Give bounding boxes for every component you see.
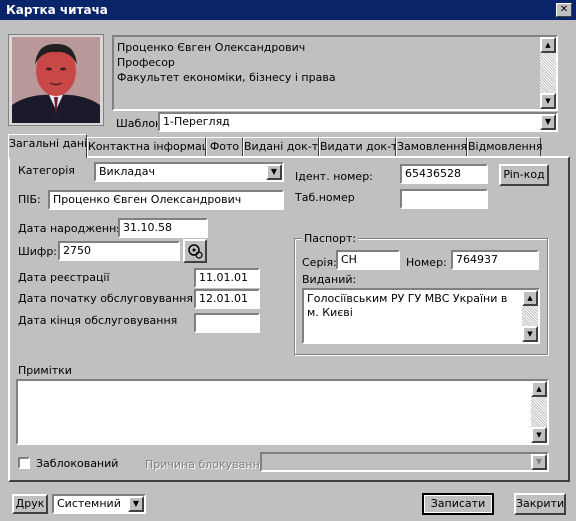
- birth-date-input[interactable]: 31.10.58: [118, 218, 208, 238]
- service-start-input[interactable]: 12.01.01: [194, 289, 260, 309]
- reg-date-label: Дата реєстрації: [18, 271, 110, 284]
- close-icon[interactable]: ✕: [556, 3, 572, 17]
- birth-date-label: Дата народження:: [18, 222, 127, 235]
- passport-number-value: 764937: [456, 253, 498, 266]
- service-end-input[interactable]: [194, 313, 260, 333]
- gear-icon: [188, 244, 203, 259]
- template-value: 1-Перегляд: [163, 115, 230, 128]
- tab-number-label: Таб.номер: [295, 191, 355, 204]
- blocked-label: Заблокований: [36, 457, 119, 470]
- tab-general[interactable]: Загальні дані: [8, 134, 87, 158]
- title-bar: Картка читача ✕: [0, 0, 576, 20]
- info-line-position: Професор: [117, 56, 175, 69]
- issued-scrollbar[interactable]: ▲ ▼: [522, 290, 538, 342]
- generate-cipher-button[interactable]: [183, 239, 207, 263]
- save-button[interactable]: Записати: [422, 493, 494, 515]
- blocked-checkbox[interactable]: [18, 457, 30, 469]
- info-scrollbar[interactable]: ▲ ▼: [540, 37, 556, 109]
- service-start-label: Дата початку обслуговування: [18, 292, 194, 305]
- reg-date-value: 11.01.01: [199, 271, 248, 284]
- close-button[interactable]: Закрити: [514, 493, 566, 515]
- portrait-image: [12, 37, 100, 123]
- window-title: Картка читача: [6, 3, 108, 17]
- tab-contact[interactable]: Контактна інформація: [87, 137, 219, 156]
- pib-input[interactable]: Проценко Євген Олександрович: [48, 190, 284, 210]
- info-line-name: Проценко Євген Олександрович: [117, 41, 306, 54]
- ident-label: Ідент. номер:: [295, 170, 373, 183]
- chevron-down-icon[interactable]: ▼: [128, 496, 144, 512]
- tab-number-input[interactable]: [400, 189, 488, 209]
- template-select[interactable]: 1-Перегляд ▼: [158, 112, 558, 132]
- cipher-input[interactable]: 2750: [58, 241, 180, 261]
- block-reason-label: Причина блокування: [145, 458, 267, 471]
- print-button[interactable]: Друк: [12, 494, 48, 514]
- tab-issue-docs[interactable]: Видати док-ти: [319, 137, 405, 156]
- notes-memo[interactable]: ▲ ▼: [16, 379, 549, 445]
- cipher-label: Шифр:: [18, 245, 58, 258]
- passport-issued-memo[interactable]: Голосіївським РУ ГУ МВС України в м. Киє…: [302, 288, 540, 344]
- tab-orders[interactable]: Замовлення: [396, 137, 467, 156]
- pib-value: Проценко Євген Олександрович: [53, 193, 242, 206]
- chevron-down-icon[interactable]: ▼: [266, 164, 282, 180]
- category-value: Викладач: [99, 165, 155, 178]
- scroll-up-icon[interactable]: ▲: [531, 381, 547, 397]
- reg-date-input[interactable]: 11.01.01: [194, 268, 260, 288]
- passport-series-label: Серія:: [302, 256, 337, 269]
- tab-refusals[interactable]: Відмовлення: [467, 137, 543, 156]
- birth-date-value: 31.10.58: [123, 221, 172, 234]
- scroll-up-icon[interactable]: ▲: [540, 37, 556, 53]
- passport-issued-value: Голосіївським РУ ГУ МВС України в м. Киє…: [307, 292, 508, 319]
- printer-value: Системний: [57, 497, 121, 510]
- chevron-down-icon[interactable]: ▼: [540, 114, 556, 130]
- template-label: Шаблон: [116, 117, 163, 130]
- printer-select[interactable]: Системний ▼: [52, 494, 146, 514]
- reader-info-memo[interactable]: Проценко Євген Олександрович Професор Фа…: [112, 35, 558, 111]
- scroll-down-icon[interactable]: ▼: [531, 427, 547, 443]
- ident-input[interactable]: 65436528: [400, 164, 488, 184]
- chevron-down-icon[interactable]: ▼: [531, 454, 547, 470]
- scroll-up-icon[interactable]: ▲: [522, 290, 538, 306]
- passport-issued-label: Виданий:: [302, 273, 357, 286]
- ident-value: 65436528: [405, 167, 461, 180]
- reader-photo: [8, 34, 104, 126]
- tab-issued-docs[interactable]: Видані док-ти: [243, 137, 325, 156]
- category-label: Категорія: [18, 164, 75, 177]
- pin-code-button[interactable]: Pin-код: [499, 164, 549, 186]
- passport-series-value: СН: [341, 253, 357, 266]
- pib-label: ПІБ:: [18, 193, 41, 206]
- scroll-down-icon[interactable]: ▼: [540, 93, 556, 109]
- passport-number-input[interactable]: 764937: [451, 250, 539, 270]
- block-reason-select[interactable]: ▼: [260, 452, 549, 472]
- passport-legend: Паспорт:: [302, 232, 359, 245]
- cipher-value: 2750: [63, 244, 91, 257]
- notes-scrollbar[interactable]: ▲ ▼: [531, 381, 547, 443]
- info-line-faculty: Факультет економіки, бізнесу і права: [117, 71, 336, 84]
- passport-series-input[interactable]: СН: [336, 250, 400, 270]
- service-end-label: Дата кінця обслуговування: [18, 314, 178, 327]
- passport-number-label: Номер:: [406, 256, 447, 269]
- service-start-value: 12.01.01: [199, 292, 248, 305]
- tab-photo[interactable]: Фото: [206, 137, 243, 156]
- notes-label: Примітки: [18, 364, 72, 377]
- scroll-down-icon[interactable]: ▼: [522, 326, 538, 342]
- category-select[interactable]: Викладач ▼: [94, 162, 284, 182]
